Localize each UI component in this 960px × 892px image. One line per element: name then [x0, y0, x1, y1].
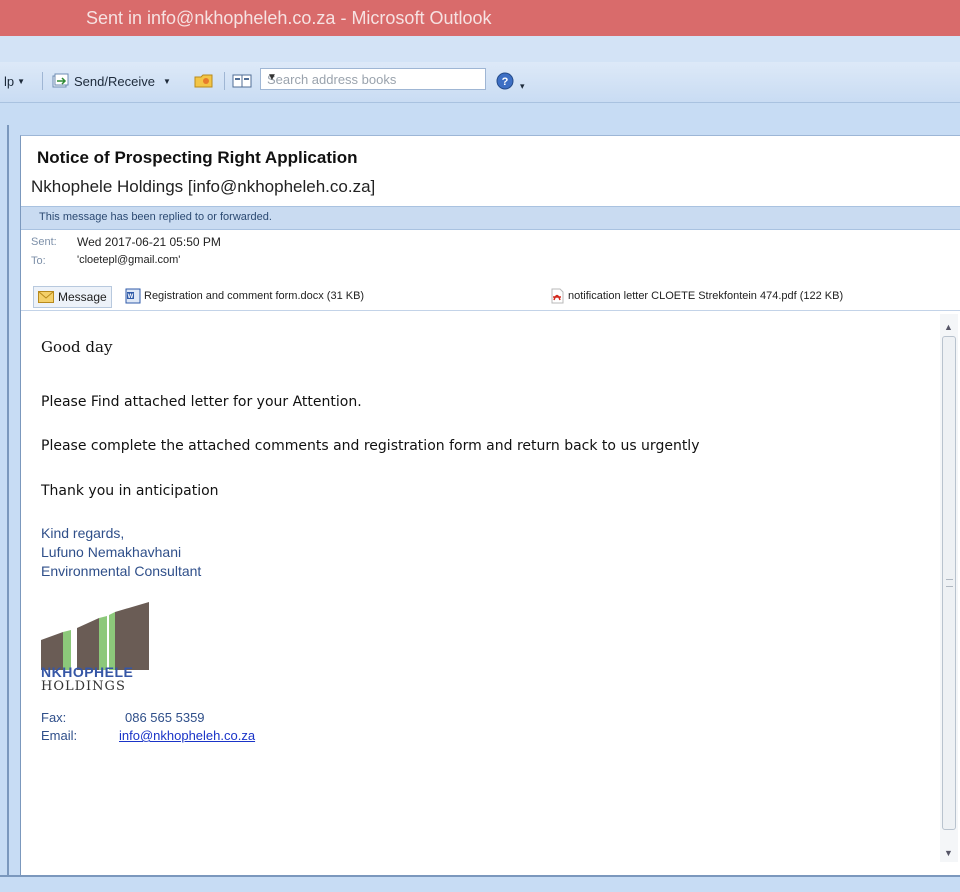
title-bar: Sent in info@nkhopheleh.co.za - Microsof… — [0, 0, 960, 36]
window-title: Sent in info@nkhopheleh.co.za - Microsof… — [86, 8, 492, 28]
search-address-books-input[interactable]: Search address books ▼ — [260, 68, 486, 90]
help-menu-button[interactable]: lp ▼ — [4, 70, 25, 92]
envelope-icon — [38, 291, 54, 303]
scrollbar-thumb[interactable] — [942, 336, 956, 830]
send-receive-button[interactable]: Send/Receive ▼ — [52, 70, 171, 92]
email-label: Email: — [41, 728, 78, 743]
navigation-pane-edge — [0, 125, 10, 875]
fax-label: Fax: — [41, 710, 67, 725]
logo-text-holdings: HOLDINGS — [41, 679, 126, 694]
send-receive-label: Send/Receive — [74, 73, 155, 89]
body-line-3: Thank you in anticipation — [41, 483, 219, 499]
chevron-down-icon: ▼ — [17, 76, 26, 86]
message-from[interactable]: Nkhophele Holdings [info@nkhopheleh.co.z… — [31, 177, 375, 197]
chevron-down-icon[interactable]: ▼ — [267, 72, 479, 83]
signature-name: Lufuno Nemakhavhani — [41, 544, 182, 560]
greeting: Good day — [41, 338, 113, 356]
toolbar-divider — [224, 72, 225, 90]
splitter[interactable] — [7, 125, 9, 875]
folder-icon — [194, 74, 213, 88]
pdf-icon — [551, 288, 564, 304]
body-line-1: Please Find attached letter for your Att… — [41, 394, 362, 410]
to-label: To: — [31, 255, 46, 267]
logo-text-nkhophele: NKHOPHELE — [41, 664, 134, 680]
email-link[interactable]: info@nkhopheleh.co.za — [119, 728, 255, 743]
scroll-down-arrow-icon[interactable]: ▼ — [944, 848, 953, 858]
chevron-down-icon: ▼ — [162, 76, 171, 86]
attachment-docx[interactable]: W Registration and comment form.docx (31… — [125, 286, 364, 306]
svg-text:?: ? — [502, 76, 509, 88]
body-line-2: Please complete the attached comments an… — [41, 438, 700, 454]
fax-value: 086 565 5359 — [125, 710, 205, 725]
sent-value: Wed 2017-06-21 05:50 PM — [77, 235, 221, 249]
toolbar-options-icon[interactable]: ▾ — [520, 81, 525, 92]
help-icon: ? — [496, 72, 514, 90]
attachment-pdf[interactable]: notification letter CLOETE Strekfontein … — [549, 286, 843, 306]
reading-pane: Notice of Prospecting Right Application … — [20, 135, 960, 875]
to-recipient[interactable]: 'cloetepl@gmail.com' — [77, 254, 180, 266]
message-body: Good day Please Find attached letter for… — [21, 314, 939, 874]
address-book-icon — [232, 74, 252, 88]
message-subject: Notice of Prospecting Right Application — [37, 148, 358, 167]
address-book-folder-button[interactable] — [194, 70, 214, 92]
message-tab-label: Message — [58, 290, 107, 304]
send-receive-icon — [52, 73, 69, 88]
email-value-wrap: info@nkhopheleh.co.za — [119, 728, 255, 743]
vertical-scrollbar[interactable]: ▲ ▼ — [940, 314, 958, 862]
info-bar[interactable]: This message has been replied to or forw… — [21, 206, 960, 230]
address-book-button[interactable] — [232, 70, 252, 92]
signature-title: Environmental Consultant — [41, 563, 202, 579]
attachment-pdf-name: notification letter CLOETE Strekfontein … — [568, 290, 844, 302]
word-doc-icon: W — [125, 288, 141, 304]
svg-text:W: W — [128, 294, 134, 300]
signature-regards: Kind regards, — [41, 525, 125, 541]
help-menu-label: lp — [4, 73, 15, 89]
toolbar: lp ▼ Send/Receive ▼ Search address books… — [0, 62, 960, 103]
sent-label: Sent: — [31, 236, 57, 248]
scroll-up-arrow-icon[interactable]: ▲ — [944, 322, 953, 332]
menu-band — [0, 36, 960, 62]
status-bar — [0, 875, 960, 892]
company-logo — [41, 602, 149, 670]
grip-icon — [946, 579, 953, 587]
info-bar-text: This message has been replied to or forw… — [39, 211, 272, 223]
attachments-bar: Message W Registration and comment form.… — [21, 282, 960, 311]
reading-pane-gap — [0, 103, 960, 125]
toolbar-divider — [42, 72, 43, 90]
attachment-docx-name: Registration and comment form.docx (31 K… — [144, 290, 365, 302]
help-button[interactable]: ? ▾ — [496, 70, 525, 92]
message-tab[interactable]: Message — [33, 286, 112, 308]
